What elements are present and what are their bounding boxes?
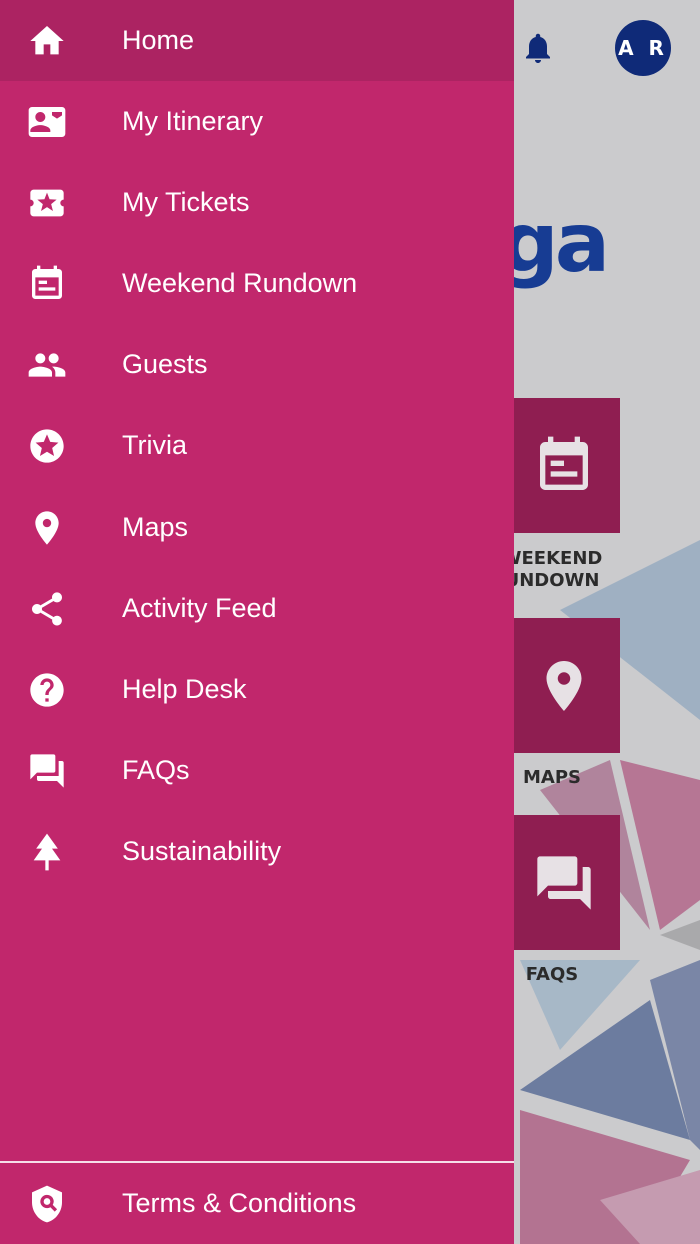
menu-item-label: My Itinerary [122, 106, 264, 136]
bell-icon[interactable] [520, 28, 556, 68]
menu-item-faqs[interactable]: FAQs [0, 730, 514, 811]
menu-item-guests[interactable]: Guests [0, 324, 514, 405]
menu-item-label: Trivia [122, 430, 187, 460]
avatar[interactable]: A R [615, 20, 671, 76]
home-icon [27, 21, 67, 61]
star-circle-icon [27, 426, 67, 466]
menu-item-trivia[interactable]: Trivia [0, 405, 514, 486]
menu-item-maps[interactable]: Maps [0, 487, 514, 568]
menu-item-label: Terms & Conditions [122, 1188, 357, 1218]
menu-item-weekend-rundown[interactable]: Weekend Rundown [0, 243, 514, 324]
tile-weekend-rundown[interactable] [508, 398, 620, 533]
navigation-drawer: Home My Itinerary My Tickets Weekend Run… [0, 0, 514, 1244]
chat-icon [27, 751, 67, 791]
ticket-icon [27, 183, 67, 223]
menu-item-label: Maps [122, 512, 189, 542]
calendar-icon [540, 436, 588, 490]
menu-item-label: Sustainability [122, 836, 282, 866]
menu-item-sustainability[interactable]: Sustainability [0, 811, 514, 892]
tile-faqs[interactable] [508, 815, 620, 950]
help-circle-icon [27, 670, 67, 710]
menu-item-label: Home [122, 25, 195, 55]
tree-icon [27, 832, 67, 872]
brand-logo: ga [500, 196, 610, 291]
map-pin-icon [27, 508, 67, 548]
tile-label-maps: MAPS [523, 767, 581, 788]
chat-icon [537, 855, 591, 910]
menu-item-label: Weekend Rundown [122, 268, 358, 298]
tile-label-faqs: FAQS [525, 964, 579, 985]
calendar-icon [27, 264, 67, 304]
menu-item-help-desk[interactable]: Help Desk [0, 649, 514, 730]
menu-item-activity-feed[interactable]: Activity Feed [0, 568, 514, 649]
people-icon [27, 345, 67, 385]
tile-maps[interactable] [508, 618, 620, 753]
menu-item-label: Help Desk [122, 674, 247, 704]
share-icon [27, 589, 67, 629]
menu-item-label: Guests [122, 349, 208, 379]
menu-item-label: Activity Feed [122, 593, 277, 623]
tile-label-weekend-rundown: WEEKEND UNDOWN [501, 548, 603, 591]
menu-item-terms-conditions[interactable]: Terms & Conditions [0, 1163, 514, 1244]
map-pin-icon [546, 660, 582, 711]
menu-item-home[interactable]: Home [0, 0, 514, 81]
menu-item-my-itinerary[interactable]: My Itinerary [0, 81, 514, 162]
menu-item-label: My Tickets [122, 187, 250, 217]
menu-item-label: FAQs [122, 755, 190, 785]
shield-search-icon [27, 1184, 67, 1224]
contact-card-icon [27, 102, 67, 142]
menu-item-my-tickets[interactable]: My Tickets [0, 162, 514, 243]
